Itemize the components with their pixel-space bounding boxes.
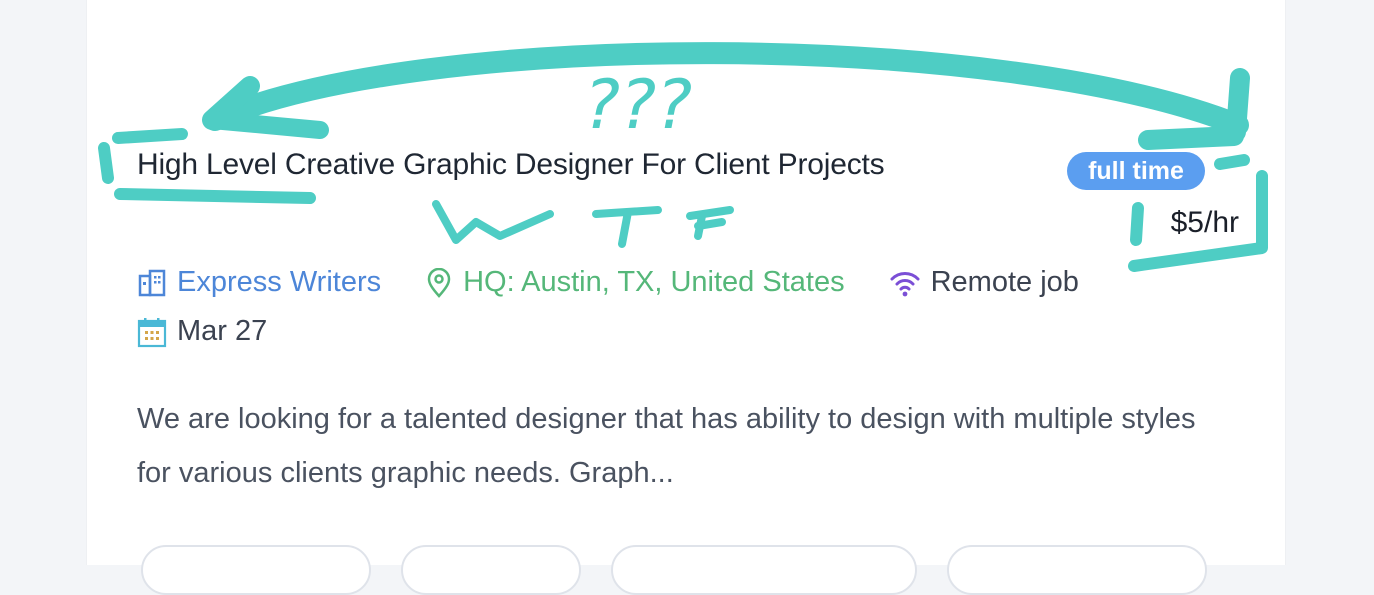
remote-text: Remote job	[930, 266, 1079, 298]
job-meta-row-2: Mar 27	[137, 315, 311, 348]
skill-tag[interactable]	[401, 545, 581, 595]
job-type-badge: full time	[1067, 152, 1205, 190]
pay-rate: $5/hr	[1170, 206, 1239, 239]
skill-tag[interactable]	[611, 545, 917, 595]
skill-tag[interactable]	[947, 545, 1207, 595]
calendar-icon	[137, 317, 167, 347]
location-text: HQ: Austin, TX, United States	[463, 266, 845, 298]
date-meta: Mar 27	[137, 315, 267, 348]
map-pin-icon	[427, 267, 451, 298]
building-icon	[138, 269, 166, 296]
company-meta[interactable]: Express Writers	[137, 266, 381, 299]
job-description: We are looking for a talented designer t…	[137, 403, 1196, 489]
location-meta: HQ: Austin, TX, United States	[425, 266, 845, 299]
remote-meta: Remote job	[889, 266, 1079, 299]
skill-tag[interactable]	[141, 545, 371, 595]
company-name[interactable]: Express Writers	[177, 266, 381, 299]
posted-date: Mar 27	[177, 315, 268, 347]
job-card[interactable]: High Level Creative Graphic Designer For…	[86, 0, 1286, 595]
job-meta-row: Express Writers HQ: Austin, TX, United S…	[137, 266, 1123, 299]
wifi-icon	[890, 271, 920, 296]
job-title[interactable]: High Level Creative Graphic Designer For…	[137, 148, 885, 182]
